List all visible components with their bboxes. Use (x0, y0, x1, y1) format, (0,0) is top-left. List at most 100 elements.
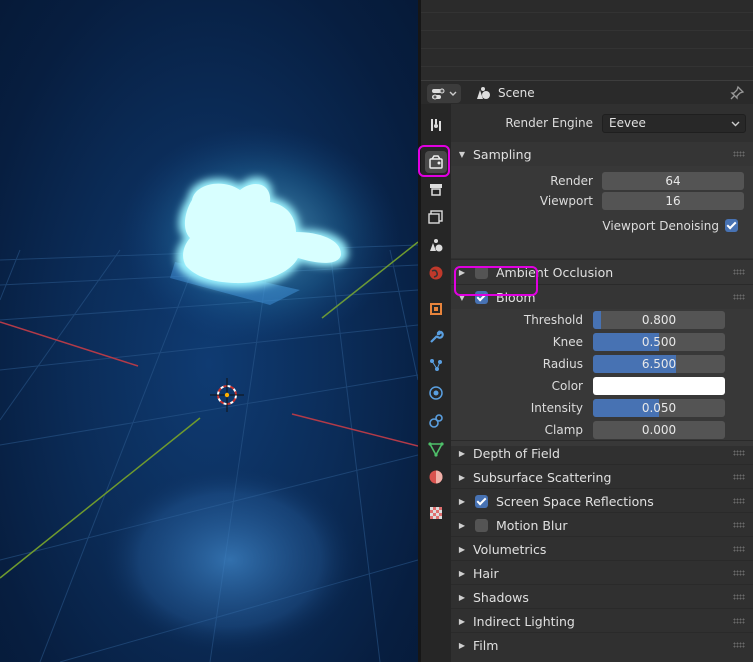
tab-object[interactable] (425, 298, 447, 320)
wrench-icon (430, 330, 444, 343)
drag-grip-icon[interactable] (733, 570, 745, 576)
indirect-lighting-panel-header[interactable]: ▶ Indirect Lighting (451, 609, 753, 633)
hair-title: Hair (473, 565, 499, 581)
world-icon (429, 266, 443, 280)
tab-output[interactable] (425, 178, 447, 200)
hair-panel-header[interactable]: ▶ Hair (451, 561, 753, 585)
radius-slider[interactable]: 6.500 (593, 355, 725, 373)
render-tab-highlight (418, 145, 450, 177)
collapse-arrow-icon: ▶ (458, 568, 466, 578)
output-printer-icon (430, 184, 442, 196)
3d-cursor-icon[interactable] (210, 378, 244, 412)
render-samples-value: 64 (665, 174, 681, 188)
drag-grip-icon[interactable] (733, 594, 745, 600)
knee-slider[interactable]: 0.500 (593, 333, 725, 351)
tab-scene[interactable] (425, 234, 447, 256)
drag-grip-icon[interactable] (733, 522, 745, 528)
physics-icon (429, 386, 443, 400)
tab-modifiers[interactable] (425, 326, 447, 348)
tool-icon (431, 119, 441, 131)
depth-of-field-panel-header[interactable]: ▶ Depth of Field (451, 441, 753, 465)
drag-grip-icon[interactable] (733, 294, 745, 300)
viewport-samples-label: Viewport (539, 194, 593, 208)
clamp-label: Clamp (544, 423, 583, 437)
intensity-label: Intensity (530, 401, 583, 415)
tab-world[interactable] (425, 262, 447, 284)
glowing-object (120, 125, 400, 345)
screen-space-reflections-panel-header[interactable]: ▶ Screen Space Reflections (451, 489, 753, 513)
scene-label: Scene (498, 86, 535, 100)
knee-value: 0.500 (641, 335, 677, 349)
threshold-label: Threshold (523, 313, 583, 327)
drag-grip-icon[interactable] (733, 642, 745, 648)
film-panel-header[interactable]: ▶ Film (451, 633, 753, 657)
constraints-icon (429, 414, 443, 428)
volumetrics-panel-header[interactable]: ▶ Volumetrics (451, 537, 753, 561)
render-samples-field[interactable]: 64 (602, 172, 744, 190)
3d-viewport[interactable] (0, 0, 418, 662)
motion-blur-checkbox[interactable] (475, 518, 488, 532)
intensity-value: 0.050 (641, 401, 677, 415)
threshold-fill (593, 311, 601, 329)
viewport-samples-value: 16 (665, 194, 681, 208)
collapse-arrow-icon: ▶ (458, 496, 466, 506)
drag-grip-icon[interactable] (733, 151, 745, 157)
render-engine-value: Eevee (609, 116, 646, 130)
chevron-down-icon (449, 91, 456, 96)
sampling-panel-header[interactable]: ▼ Sampling (451, 142, 753, 166)
tab-tool[interactable] (425, 114, 447, 136)
render-engine-select[interactable]: Eevee (602, 114, 746, 133)
outliner-area[interactable] (421, 0, 753, 80)
collapse-arrow-icon: ▶ (458, 520, 466, 530)
view-layer-icon (428, 210, 443, 224)
texture-checker-icon (430, 507, 442, 519)
clamp-value: 0.000 (641, 423, 677, 437)
bloom-color-swatch[interactable] (593, 377, 725, 395)
expand-arrow-icon: ▼ (458, 149, 466, 159)
render-engine-label: Render Engine (505, 116, 593, 130)
x-axis-line (0, 321, 139, 367)
motion-blur-panel-header[interactable]: ▶ Motion Blur (451, 513, 753, 537)
drag-grip-icon[interactable] (733, 618, 745, 624)
indirect-lighting-title: Indirect Lighting (473, 613, 575, 629)
subsurface-scattering-panel-header[interactable]: ▶ Subsurface Scattering (451, 465, 753, 489)
viewport-samples-field[interactable]: 16 (602, 192, 744, 210)
properties-tab-bar (421, 104, 451, 662)
clamp-slider[interactable]: 0.000 (593, 421, 725, 439)
sampling-title: Sampling (473, 146, 532, 162)
shadows-panel-header[interactable]: ▶ Shadows (451, 585, 753, 609)
tab-view-layer[interactable] (425, 206, 447, 228)
drag-grip-icon[interactable] (733, 498, 745, 504)
drag-grip-icon[interactable] (733, 546, 745, 552)
particles-icon (430, 359, 442, 371)
pin-icon[interactable] (729, 85, 745, 101)
tab-object-data[interactable] (425, 438, 447, 460)
bloom-panel-body: Threshold 0.800 Knee 0.500 Radius 6.500 … (451, 309, 753, 446)
collapse-arrow-icon: ▶ (458, 592, 466, 602)
film-title: Film (473, 637, 499, 653)
threshold-slider[interactable]: 0.800 (593, 311, 725, 329)
depth-of-field-title: Depth of Field (473, 445, 560, 461)
editor-type-dropdown[interactable] (427, 84, 461, 103)
radius-value: 6.500 (641, 357, 677, 371)
tab-particles[interactable] (425, 354, 447, 376)
viewport-scene (0, 125, 418, 662)
bloom-highlight (454, 266, 538, 296)
tab-texture[interactable] (425, 502, 447, 524)
tab-physics[interactable] (425, 382, 447, 404)
properties-header: Scene (421, 80, 753, 104)
sampling-panel-body: Render 64 Viewport 16 Viewport Denoising (451, 166, 753, 258)
tab-material[interactable] (425, 466, 447, 488)
scene-icon (477, 87, 490, 99)
drag-grip-icon[interactable] (733, 269, 745, 275)
drag-grip-icon[interactable] (733, 474, 745, 480)
intensity-slider[interactable]: 0.050 (593, 399, 725, 417)
screen-space-reflections-checkbox[interactable] (475, 494, 488, 508)
viewport-denoising-checkbox[interactable] (725, 219, 738, 232)
motion-blur-title: Motion Blur (496, 517, 568, 533)
collapse-arrow-icon: ▶ (458, 616, 466, 626)
viewport-denoising-label: Viewport Denoising (602, 219, 719, 233)
drag-grip-icon[interactable] (733, 450, 745, 456)
screen-space-reflections-title: Screen Space Reflections (496, 493, 654, 509)
tab-constraints[interactable] (425, 410, 447, 432)
